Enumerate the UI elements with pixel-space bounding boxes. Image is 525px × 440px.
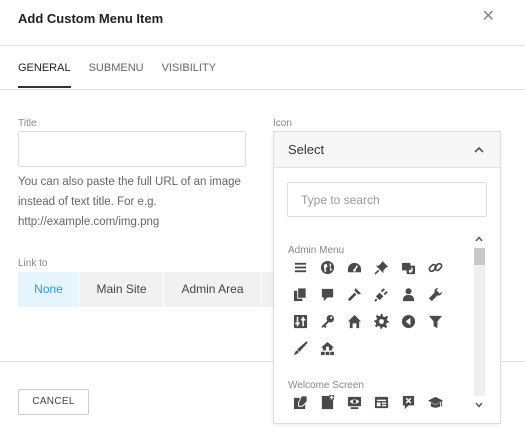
tab-bar: GENERAL SUBMENU VISIBILITY <box>18 62 234 88</box>
add-page-icon[interactable] <box>314 389 341 416</box>
settings-sliders-icon[interactable] <box>287 308 314 335</box>
comments-off-icon[interactable] <box>395 389 422 416</box>
link-option-none[interactable]: None <box>18 272 80 307</box>
tab-visibility[interactable]: VISIBILITY <box>162 62 216 88</box>
globe-icon[interactable] <box>314 254 341 281</box>
filter-icon[interactable] <box>422 308 449 335</box>
icon-grid-welcome-screen <box>287 389 467 416</box>
cancel-button[interactable]: CANCEL <box>18 389 89 415</box>
write-post-icon[interactable] <box>287 389 314 416</box>
link-option-main-site[interactable]: Main Site <box>80 272 164 307</box>
user-icon[interactable] <box>395 281 422 308</box>
icon-grid-admin-menu <box>287 254 467 362</box>
scroll-down-icon[interactable] <box>471 398 486 412</box>
scrollbar-track[interactable] <box>474 248 485 396</box>
icon-select-toggle[interactable]: Select <box>274 132 500 168</box>
close-icon[interactable]: ✕ <box>482 8 495 26</box>
wrench-icon[interactable] <box>422 281 449 308</box>
appearance-brush-icon[interactable] <box>341 281 368 308</box>
help-text: You can also paste the full URL of an im… <box>18 176 241 228</box>
divider <box>0 89 525 90</box>
media-icon[interactable] <box>395 254 422 281</box>
key-icon[interactable] <box>314 308 341 335</box>
paintbrush-icon[interactable] <box>287 335 314 362</box>
tab-general[interactable]: GENERAL <box>18 62 71 88</box>
scroll-up-icon[interactable] <box>471 232 486 246</box>
divider <box>0 45 525 46</box>
link-option-admin-area[interactable]: Admin Area <box>164 272 262 307</box>
icon-picker-dropdown: Select Admin Menu We <box>273 131 501 424</box>
icon-search-input[interactable] <box>287 182 487 217</box>
menu-icon[interactable] <box>287 254 314 281</box>
dialog-title: Add Custom Menu Item <box>18 11 164 26</box>
collapse-icon[interactable] <box>395 308 422 335</box>
title-input[interactable] <box>18 131 246 167</box>
link-to-selector: None Main Site Admin Area <box>18 272 276 307</box>
pin-icon[interactable] <box>368 254 395 281</box>
chevron-up-icon <box>474 146 484 153</box>
home-icon[interactable] <box>341 308 368 335</box>
gear-icon[interactable] <box>368 308 395 335</box>
link-to-label: Link to <box>18 258 48 269</box>
widgets-icon[interactable] <box>368 389 395 416</box>
plugin-icon[interactable] <box>368 281 395 308</box>
network-home-icon[interactable] <box>314 335 341 362</box>
icon-list-scrollbar[interactable] <box>471 232 486 412</box>
comment-icon[interactable] <box>314 281 341 308</box>
icon-select-value: Select <box>288 142 325 157</box>
view-site-icon[interactable] <box>341 389 368 416</box>
dashboard-icon[interactable] <box>341 254 368 281</box>
scrollbar-thumb[interactable] <box>474 248 485 265</box>
title-label: Title <box>18 118 37 129</box>
copy-icon[interactable] <box>287 281 314 308</box>
tab-submenu[interactable]: SUBMENU <box>89 62 144 88</box>
icon-label: Icon <box>273 118 292 129</box>
link-icon[interactable] <box>422 254 449 281</box>
learn-more-icon[interactable] <box>422 389 449 416</box>
